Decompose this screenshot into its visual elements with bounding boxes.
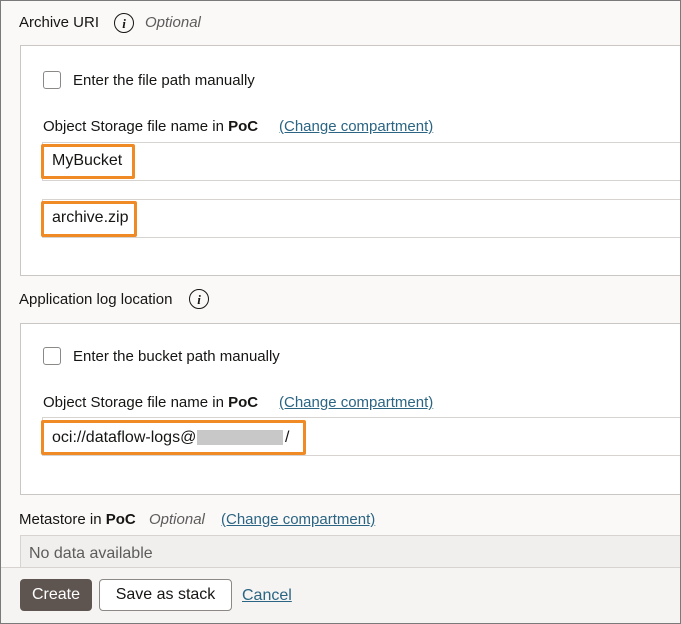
archive-change-compartment-link[interactable]: (Change compartment) — [279, 118, 433, 135]
manual-bucket-path-checkbox[interactable] — [43, 347, 61, 365]
save-as-stack-button[interactable]: Save as stack — [99, 579, 232, 611]
form-container: Archive URI i Optional Enter the file pa… — [0, 0, 681, 624]
manual-file-path-label: Enter the file path manually — [73, 72, 255, 89]
file-select[interactable] — [42, 199, 680, 238]
app-log-change-compartment-link[interactable]: (Change compartment) — [279, 394, 433, 411]
info-icon[interactable]: i — [114, 13, 134, 33]
metastore-compartment-name: PoC — [105, 511, 136, 528]
log-path-highlight — [41, 420, 306, 455]
archive-compartment-name: PoC — [228, 118, 259, 135]
metastore-label: Metastore in PoC — [19, 511, 136, 528]
archive-storage-label: Object Storage file name in PoC — [43, 118, 259, 135]
metastore-change-compartment-link[interactable]: (Change compartment) — [221, 511, 375, 528]
archive-uri-optional: Optional — [145, 14, 201, 31]
bucket-select[interactable] — [42, 142, 680, 181]
bucket-highlight — [41, 144, 135, 179]
manual-file-path-checkbox[interactable] — [43, 71, 61, 89]
app-log-storage-label: Object Storage file name in PoC — [43, 394, 259, 411]
info-icon[interactable]: i — [189, 289, 209, 309]
app-log-compartment-name: PoC — [228, 394, 259, 411]
app-log-label: Application log location — [19, 291, 173, 308]
archive-uri-label: Archive URI — [19, 14, 100, 31]
metastore-empty-text: No data available — [29, 545, 153, 562]
manual-bucket-path-label: Enter the bucket path manually — [73, 348, 280, 365]
metastore-optional: Optional — [149, 511, 205, 528]
create-button[interactable]: Create — [20, 579, 92, 611]
cancel-link[interactable]: Cancel — [242, 587, 292, 605]
file-highlight — [41, 201, 137, 237]
